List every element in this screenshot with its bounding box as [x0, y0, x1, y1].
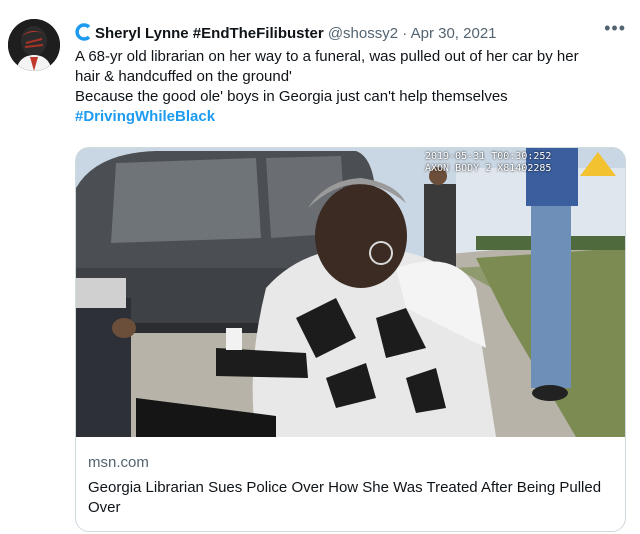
author-name[interactable]: Sheryl Lynne #EndTheFilibuster [95, 25, 324, 42]
card-title[interactable]: Georgia Librarian Sues Police Over How S… [88, 478, 613, 518]
tweet-text-line: Because the good ole' boys in Georgia ju… [75, 88, 508, 105]
card-domain: msn.com [88, 454, 149, 471]
more-horizontal-icon: ••• [604, 18, 626, 38]
tweet-header: Sheryl Lynne #EndTheFilibuster @shossy2 … [75, 23, 600, 44]
tweet-text-line: A 68-yr old librarian on her way to a fu… [75, 48, 579, 65]
card-image[interactable]: 2019-05-31 T00:30:252 AXON BODY 2 X81402… [76, 148, 625, 437]
hashtag-link[interactable]: #DrivingWhileBlack [75, 108, 215, 125]
separator-dot: · [402, 25, 408, 42]
bodycam-device-id: AXON BODY 2 X81402285 [425, 163, 552, 174]
tweet[interactable]: Sheryl Lynne #EndTheFilibuster @shossy2 … [0, 0, 640, 534]
tweet-date[interactable]: Apr 30, 2021 [411, 25, 497, 42]
avatar[interactable] [8, 19, 60, 71]
tweet-text: A 68-yr old librarian on her way to a fu… [75, 47, 630, 127]
link-card[interactable]: 2019-05-31 T00:30:252 AXON BODY 2 X81402… [75, 147, 626, 532]
bodycam-timestamp: 2019-05-31 T00:30:252 [425, 151, 552, 162]
twitter-c-logo-icon [75, 23, 93, 41]
tweet-text-line: hair & handcuffed on the ground' [75, 68, 292, 85]
author-handle[interactable]: @shossy2 [328, 25, 398, 42]
more-options-button[interactable]: ••• [604, 18, 626, 39]
